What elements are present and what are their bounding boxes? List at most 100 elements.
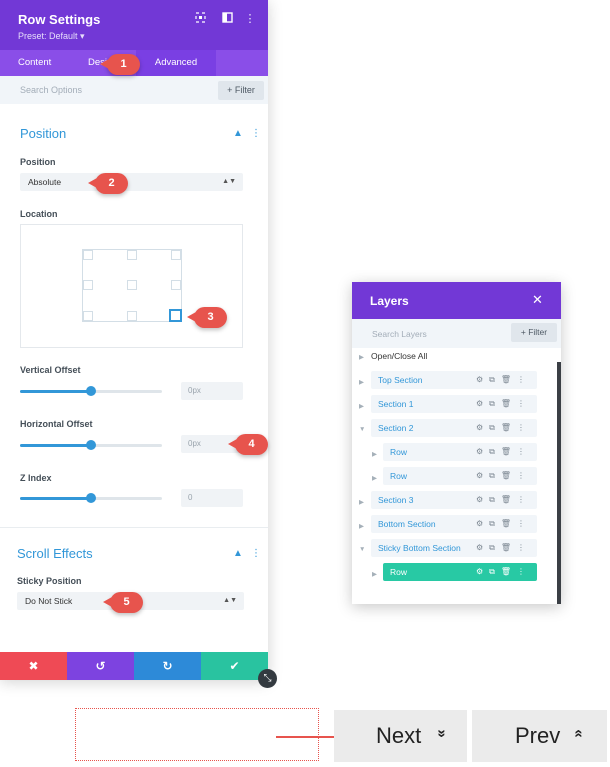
settings-header: Row Settings Preset: Default ▾ ⋮ xyxy=(0,0,268,50)
collapse-caret-icon[interactable]: ▼ xyxy=(359,546,365,553)
callout-marker-3: 3 xyxy=(187,307,227,328)
location-top-left[interactable] xyxy=(83,250,93,260)
more-options-icon[interactable]: ⋮ xyxy=(243,12,257,25)
expand-caret-icon[interactable]: ▶ xyxy=(359,402,364,410)
location-center-left[interactable] xyxy=(83,280,93,290)
expand-caret-icon[interactable]: ▶ xyxy=(359,378,364,386)
layer-actions-icons[interactable]: ⚙⧉🗑⋮ xyxy=(476,443,531,461)
layer-actions-icons[interactable]: ⚙⧉🗑⋮ xyxy=(476,395,531,413)
caret-right-icon[interactable]: ▶ xyxy=(359,353,364,361)
layer-item-sticky-bottom-section[interactable]: Sticky Bottom Section ⚙⧉🗑⋮ xyxy=(371,539,537,557)
layer-actions-icons[interactable]: ⚙⧉🗑⋮ xyxy=(476,539,531,557)
position-label: Position xyxy=(20,157,56,167)
search-options-input[interactable]: Search Options xyxy=(20,85,82,95)
pointer-arrow-line xyxy=(276,736,341,738)
next-label: Next xyxy=(376,723,422,748)
location-top-right[interactable] xyxy=(171,250,181,260)
z-index-input[interactable]: 0 xyxy=(181,489,243,507)
collapse-caret-icon[interactable]: ▼ xyxy=(359,426,365,433)
vertical-offset-slider[interactable] xyxy=(20,386,162,396)
layer-item-row[interactable]: Row ⚙⧉🗑⋮ xyxy=(383,467,537,485)
check-icon: ✔ xyxy=(229,659,240,673)
settings-action-bar: ✖ ↺ ↻ ✔ xyxy=(0,652,268,680)
scroll-effects-title[interactable]: Scroll Effects xyxy=(17,546,93,561)
section-divider xyxy=(0,527,268,528)
layers-scrollbar[interactable] xyxy=(557,362,561,604)
expand-caret-icon[interactable]: ▶ xyxy=(372,474,377,482)
vertical-offset-input[interactable]: 0px xyxy=(181,382,243,400)
section-more-icon[interactable]: ⋮ xyxy=(251,128,261,139)
prev-button[interactable]: Prev « xyxy=(472,710,607,762)
callout-marker-1: 1 xyxy=(100,54,140,75)
expand-caret-icon[interactable]: ▶ xyxy=(372,450,377,458)
next-button[interactable]: Next » xyxy=(334,710,467,762)
open-close-all-toggle[interactable]: Open/Close All xyxy=(371,351,427,361)
horizontal-offset-slider[interactable] xyxy=(20,440,162,450)
vertical-offset-handle[interactable] xyxy=(86,386,96,396)
horizontal-offset-fill xyxy=(20,444,91,447)
location-center-right[interactable] xyxy=(171,280,181,290)
resize-handle-icon[interactable]: ⤡ xyxy=(258,669,277,688)
location-bottom-right[interactable] xyxy=(169,309,182,322)
callout-marker-2: 2 xyxy=(88,173,128,194)
layer-actions-icons[interactable]: ⚙⧉🗑⋮ xyxy=(476,515,531,533)
location-center[interactable] xyxy=(127,280,137,290)
layers-panel: Layers ✕ Search Layers + Filter ▶ Open/C… xyxy=(352,282,561,604)
chevron-double-down-icon: » xyxy=(433,729,451,738)
layer-item-row-active[interactable]: Row ⚙⧉🗑⋮ xyxy=(383,563,537,581)
layer-item-row[interactable]: Row ⚙⧉🗑⋮ xyxy=(383,443,537,461)
tab-content[interactable]: Content xyxy=(18,50,51,76)
layer-item-section-2[interactable]: Section 2 ⚙⧉🗑⋮ xyxy=(371,419,537,437)
layer-actions-icons[interactable]: ⚙⧉🗑⋮ xyxy=(476,467,531,485)
layer-actions-icons[interactable]: ⚙⧉🗑⋮ xyxy=(476,491,531,509)
position-select[interactable]: Absolute ▲▼ xyxy=(20,173,243,191)
sticky-position-label: Sticky Position xyxy=(17,576,82,586)
position-select-value: Absolute xyxy=(28,177,62,187)
select-arrows-icon: ▲▼ xyxy=(222,178,236,185)
layers-filter-button[interactable]: + Filter xyxy=(511,323,557,342)
cancel-button[interactable]: ✖ xyxy=(0,652,67,680)
expand-caret-icon[interactable]: ▶ xyxy=(372,570,377,578)
layer-actions-icons[interactable]: ⚙⧉🗑⋮ xyxy=(476,563,531,581)
location-label: Location xyxy=(20,209,58,219)
layer-item-top-section[interactable]: Top Section ⚙⧉🗑⋮ xyxy=(371,371,537,389)
preset-selector[interactable]: Preset: Default ▾ xyxy=(18,31,85,42)
layer-item-section-1[interactable]: Section 1 ⚙⧉🗑⋮ xyxy=(371,395,537,413)
layer-item-bottom-section[interactable]: Bottom Section ⚙⧉🗑⋮ xyxy=(371,515,537,533)
z-index-slider[interactable] xyxy=(20,493,162,503)
layer-actions-icons[interactable]: ⚙⧉🗑⋮ xyxy=(476,419,531,437)
expand-caret-icon[interactable]: ▶ xyxy=(359,498,364,506)
vertical-offset-fill xyxy=(20,390,91,393)
location-bottom-left[interactable] xyxy=(83,311,93,321)
z-index-handle[interactable] xyxy=(86,493,96,503)
filter-button[interactable]: + Filter xyxy=(218,81,264,100)
expand-icon[interactable] xyxy=(193,12,207,26)
position-section-title[interactable]: Position xyxy=(20,126,66,141)
sticky-position-value: Do Not Stick xyxy=(25,596,73,606)
collapse-icon[interactable]: ▲ xyxy=(233,128,243,139)
split-view-icon[interactable] xyxy=(220,12,234,26)
sticky-row-placeholder xyxy=(75,708,319,761)
vertical-offset-label: Vertical Offset xyxy=(20,365,81,375)
horizontal-offset-label: Horizontal Offset xyxy=(20,419,93,429)
tab-advanced[interactable]: Advanced xyxy=(136,50,216,76)
undo-button[interactable]: ↺ xyxy=(67,652,134,680)
location-bottom-center[interactable] xyxy=(127,311,137,321)
callout-marker-5: 5 xyxy=(103,592,143,613)
undo-icon: ↺ xyxy=(95,659,106,673)
z-index-fill xyxy=(20,497,91,500)
layers-search-input[interactable]: Search Layers xyxy=(372,329,427,339)
layers-title: Layers xyxy=(370,294,409,308)
expand-caret-icon[interactable]: ▶ xyxy=(359,522,364,530)
layer-actions-icons[interactable]: ⚙⧉🗑⋮ xyxy=(476,371,531,389)
callout-marker-4: 4 xyxy=(228,434,268,455)
cancel-icon: ✖ xyxy=(28,659,39,673)
horizontal-offset-handle[interactable] xyxy=(86,440,96,450)
location-top-center[interactable] xyxy=(127,250,137,260)
redo-button[interactable]: ↻ xyxy=(134,652,201,680)
close-icon[interactable]: ✕ xyxy=(532,292,543,308)
layer-item-section-3[interactable]: Section 3 ⚙⧉🗑⋮ xyxy=(371,491,537,509)
scroll-more-icon[interactable]: ⋮ xyxy=(251,548,261,559)
scroll-collapse-icon[interactable]: ▲ xyxy=(233,548,243,559)
sticky-select-arrows-icon: ▲▼ xyxy=(223,597,237,604)
